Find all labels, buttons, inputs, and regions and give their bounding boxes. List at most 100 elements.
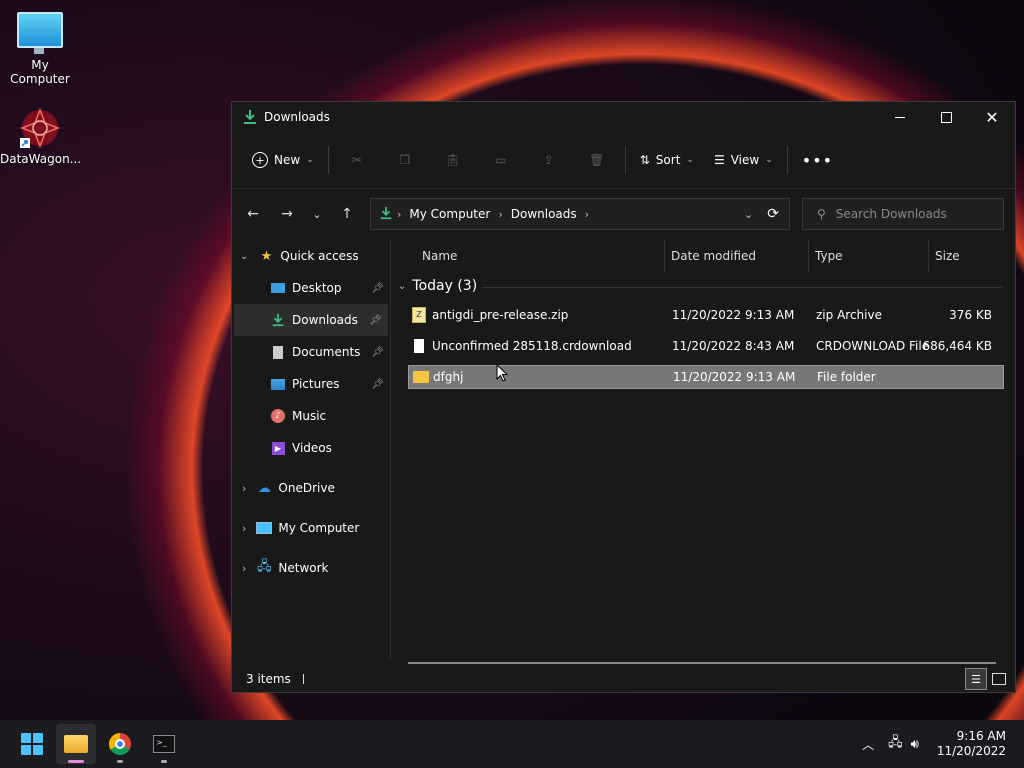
monitor-icon <box>17 12 63 54</box>
file-type: File folder <box>817 370 876 384</box>
sidebar-item-network[interactable]: › 🖧︎ Network <box>232 552 390 584</box>
sort-label: Sort <box>655 153 681 167</box>
column-header-date[interactable]: Date modified <box>664 240 808 272</box>
sort-icon: ⇅ <box>639 153 650 167</box>
document-icon <box>270 344 286 360</box>
breadcrumb-downloads[interactable]: Downloads <box>511 207 577 221</box>
desktop-icon-label: My Computer <box>10 58 70 86</box>
plus-circle-icon: + <box>252 152 268 168</box>
paste-icon: 📋︎ <box>445 153 461 167</box>
sort-button[interactable]: ⇅ Sort ⌄ <box>630 144 704 176</box>
file-name: antigdi_pre-release.zip <box>432 308 569 322</box>
paste-button[interactable]: 📋︎ <box>429 144 477 176</box>
group-header-today[interactable]: ⌄ Today (3) <box>398 278 477 294</box>
taskbar-chrome[interactable] <box>100 724 140 764</box>
details-view-button[interactable]: ☰ <box>965 668 987 690</box>
close-icon: ✕ <box>985 107 999 127</box>
sidebar-item-documents[interactable]: Documents 📌︎ <box>232 336 390 368</box>
column-header-name[interactable]: Name <box>392 240 664 272</box>
status-bar: 3 items ☰ <box>232 666 1015 692</box>
more-options-button[interactable]: ••• <box>792 144 843 176</box>
sidebar-item-my-computer[interactable]: › My Computer <box>232 512 390 544</box>
clock[interactable]: 9:16 AM 11/20/2022 <box>937 729 1006 759</box>
separator <box>327 146 329 174</box>
download-icon <box>379 206 393 223</box>
cloud-icon: ☁ <box>257 480 271 496</box>
star-icon: ★ <box>260 248 273 264</box>
show-hidden-icons-button[interactable]: ︿ <box>862 736 874 753</box>
file-row[interactable]: Z antigdi_pre-release.zip 11/20/2022 9:1… <box>408 303 1004 327</box>
back-button[interactable]: ← <box>236 199 270 229</box>
taskbar: >_ ︿ 🖧︎ 🔊︎ 9:16 AM 11/20/2022 <box>0 720 1024 768</box>
close-button[interactable]: ✕ <box>969 102 1015 132</box>
group-label: Today (3) <box>412 278 478 294</box>
file-explorer-window: Downloads ✕ + New ⌄ ✂ ❐ 📋︎ ▭ ⇪ 🗑︎ ⇅ Sort… <box>231 101 1016 693</box>
arrow-right-icon: → <box>281 206 293 222</box>
sidebar-item-onedrive[interactable]: › ☁ OneDrive <box>232 472 390 504</box>
sidebar-item-videos[interactable]: ▶ Videos <box>232 432 390 464</box>
address-dropdown-icon[interactable]: ⌄ <box>744 208 753 221</box>
pin-icon: 📌︎ <box>369 314 382 326</box>
network-icon[interactable]: 🖧︎ <box>888 733 903 755</box>
sidebar-item-label: Music <box>292 409 327 423</box>
sidebar-item-downloads[interactable]: Downloads 📌︎ <box>234 304 388 336</box>
volume-icon[interactable]: 🔊︎ <box>911 737 919 752</box>
recent-locations-button[interactable]: ⌄ <box>304 199 330 229</box>
file-type: zip Archive <box>816 308 882 322</box>
view-label: View <box>730 153 760 167</box>
view-button[interactable]: ☰ View ⌄ <box>704 144 783 176</box>
desktop-icon-label: DataWagon... <box>0 152 82 166</box>
cut-button[interactable]: ✂ <box>333 144 381 176</box>
thumbnail-view-icon <box>992 673 1006 685</box>
desktop-icon-datawagon[interactable]: DataWagon... <box>0 106 82 166</box>
command-bar: + New ⌄ ✂ ❐ 📋︎ ▭ ⇪ 🗑︎ ⇅ Sort ⌄ ☰ View ⌄ … <box>232 132 1015 189</box>
delete-button[interactable]: 🗑︎ <box>573 144 621 176</box>
chevron-right-icon: › <box>498 207 503 221</box>
folder-icon <box>413 371 429 383</box>
address-bar[interactable]: › My Computer › Downloads › ⌄ ⟳ <box>370 198 790 230</box>
maximize-button[interactable] <box>923 102 969 132</box>
delete-icon: 🗑︎ <box>589 153 605 167</box>
picture-icon <box>270 376 286 392</box>
column-header-size[interactable]: Size <box>928 240 1006 272</box>
sidebar-item-music[interactable]: ♪ Music <box>232 400 390 432</box>
refresh-icon[interactable]: ⟳ <box>767 206 779 222</box>
taskbar-terminal[interactable]: >_ <box>144 724 184 764</box>
minimize-button[interactable] <box>877 102 923 132</box>
rename-button[interactable]: ▭ <box>477 144 525 176</box>
sidebar-item-quick-access[interactable]: ⌄ ★ Quick access <box>232 240 390 272</box>
sidebar-item-desktop[interactable]: Desktop 📌︎ <box>232 272 390 304</box>
file-icon <box>414 339 424 353</box>
file-date: 11/20/2022 8:43 AM <box>672 339 795 353</box>
clock-time: 9:16 AM <box>956 729 1006 743</box>
file-row[interactable]: Unconfirmed 285118.crdownload 11/20/2022… <box>408 334 1004 358</box>
taskbar-file-explorer[interactable] <box>56 724 96 764</box>
rename-icon: ▭ <box>495 153 507 167</box>
new-button[interactable]: + New ⌄ <box>242 144 324 176</box>
forward-button[interactable]: → <box>270 199 304 229</box>
search-box[interactable]: ⚲ Search Downloads <box>802 198 1004 230</box>
chrome-icon <box>109 733 131 755</box>
running-indicator <box>161 760 167 763</box>
horizontal-scrollbar[interactable] <box>408 662 996 664</box>
search-icon: ⚲ <box>817 207 826 221</box>
sidebar-item-pictures[interactable]: Pictures 📌︎ <box>232 368 390 400</box>
large-icons-view-button[interactable] <box>989 669 1009 689</box>
column-header-type[interactable]: Type <box>808 240 928 272</box>
desktop-icon-my-computer[interactable]: My Computer <box>0 12 80 86</box>
desktop-icon <box>270 280 286 296</box>
chevron-right-icon: › <box>242 481 247 495</box>
up-button[interactable]: ↑ <box>330 199 364 229</box>
separator <box>624 146 626 174</box>
start-button[interactable] <box>12 724 52 764</box>
column-header-label: Name <box>422 249 458 263</box>
breadcrumb-my-computer[interactable]: My Computer <box>409 207 490 221</box>
zip-icon: Z <box>412 307 426 323</box>
title-bar[interactable]: Downloads ✕ <box>232 102 1015 132</box>
share-button[interactable]: ⇪ <box>525 144 573 176</box>
copy-button[interactable]: ❐ <box>381 144 429 176</box>
navigation-pane: ⌄ ★ Quick access Desktop 📌︎ Downloads 📌︎… <box>232 240 391 660</box>
active-indicator <box>68 760 84 763</box>
download-icon <box>242 109 258 125</box>
copy-icon: ❐ <box>399 153 411 167</box>
